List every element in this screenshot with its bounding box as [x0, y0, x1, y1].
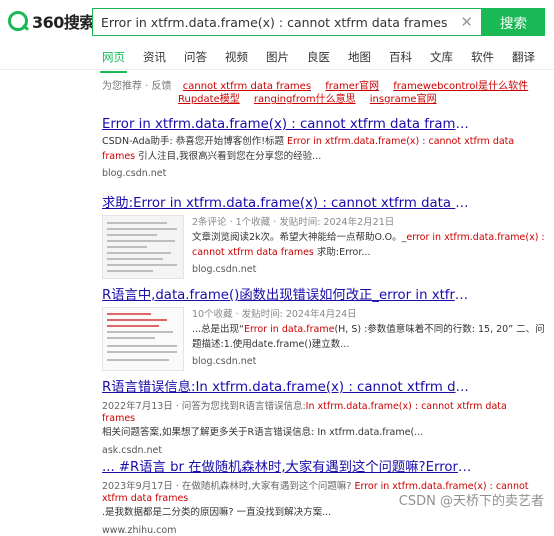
result-desc: 文章浏览阅读2k次。希望大神能给一点帮助O.O。_error in xtfrm.…: [192, 232, 545, 258]
search-input[interactable]: [101, 9, 451, 35]
logo-text: 360搜索: [32, 13, 95, 32]
search-result: R语言错误信息:In xtfrm.data.frame(x) : cannot …: [102, 379, 542, 456]
result-desc: ...总是出现“Error in data.frame(H, S) :参数值意味…: [192, 324, 545, 350]
watermark: CSDN @天桥下的卖艺者: [398, 494, 544, 509]
logo-360[interactable]: 360搜索: [8, 9, 95, 33]
suggestions: 为您推荐 · 反馈 cannot xtfrm data frames frame…: [102, 80, 542, 106]
close-icon[interactable]: ✕: [460, 13, 473, 31]
result-desc: 相关问题答案,如果想了解更多关于R语言错误信息: In xtfrm.data.f…: [102, 427, 424, 438]
suggest-label: 为您推荐 · 反馈: [102, 81, 172, 92]
search-button[interactable]: 搜索: [482, 8, 545, 36]
result-body: 10个收藏 · 发贴时间: 2024年4月24日 ...总是出现“Error i…: [192, 304, 552, 367]
suggest-link[interactable]: framer官网: [325, 81, 379, 92]
logo-icon: [8, 11, 28, 31]
search-result: R语言中,data.frame()函数出现错误如何改正_error in xtf…: [102, 287, 545, 371]
result-title[interactable]: 求助:Error in xtfrm.data.frame(x) : cannot…: [102, 195, 472, 212]
suggest-link[interactable]: cannot xtfrm data frames: [183, 81, 311, 92]
suggest-link[interactable]: insgrame官网: [370, 94, 437, 105]
search-box: ✕: [92, 8, 482, 36]
result-desc: CSDN-Ada助手: 恭喜您开始博客创作!标题 Error in xtfrm.…: [102, 136, 515, 162]
result-url[interactable]: ask.csdn.net: [102, 445, 542, 456]
result-thumbnail[interactable]: [102, 215, 184, 279]
search-result: Error in xtfrm.data.frame(x) : cannot xt…: [102, 116, 542, 179]
suggest-link[interactable]: framewebcontrol是什么软件: [393, 81, 528, 92]
result-thumbnail[interactable]: [102, 307, 184, 371]
result-meta: 10个收藏 · 发贴时间: 2024年4月24日: [192, 309, 357, 320]
result-title[interactable]: R语言中,data.frame()函数出现错误如何改正_error in xtf…: [102, 287, 472, 304]
result-title[interactable]: Error in xtfrm.data.frame(x) : cannot xt…: [102, 116, 472, 133]
result-meta: 2条评论 · 1个收藏 · 发贴时间: 2024年2月21日: [192, 217, 395, 228]
result-title[interactable]: R语言错误信息:In xtfrm.data.frame(x) : cannot …: [102, 379, 472, 396]
result-meta: 2022年7月13日 · 问答为您找到R语言错误信息:In xtfrm.data…: [102, 401, 507, 424]
search-result: 求助:Error in xtfrm.data.frame(x) : cannot…: [102, 195, 545, 279]
suggest-link[interactable]: rangingfrom什么意思: [254, 94, 356, 105]
tabs-divider: [0, 69, 554, 70]
suggest-link[interactable]: Rupdate模型: [178, 94, 240, 105]
result-url[interactable]: www.zhihu.com: [102, 525, 542, 536]
result-url[interactable]: blog.csdn.net: [192, 264, 552, 275]
result-url[interactable]: blog.csdn.net: [192, 356, 552, 367]
result-body: 2条评论 · 1个收藏 · 发贴时间: 2024年2月21日 文章浏览阅读2k次…: [192, 212, 552, 275]
result-url[interactable]: blog.csdn.net: [102, 168, 542, 179]
result-title[interactable]: ... #R语言 br 在做随机森林时,大家有遇到这个问题嘛?Error in …: [102, 459, 472, 476]
